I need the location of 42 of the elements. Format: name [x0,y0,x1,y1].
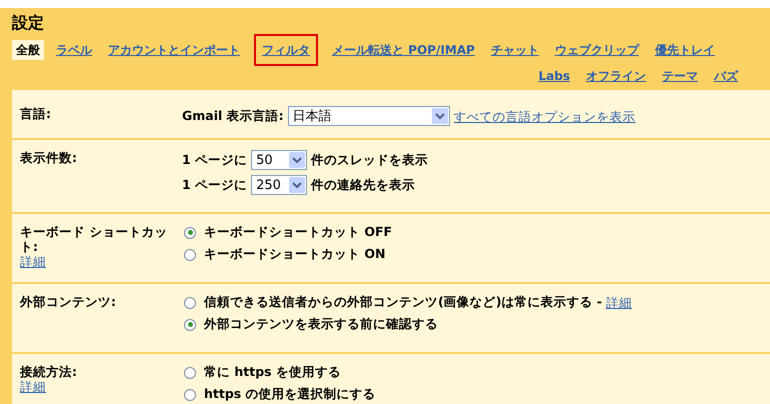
details-link[interactable]: 詳細 [20,254,168,269]
radio-button[interactable] [184,296,196,308]
radio-button[interactable] [184,248,196,260]
count-select[interactable]: 50 [251,150,308,170]
setting-label: 表示件数: [20,150,78,165]
settings-tab[interactable]: テーマ [658,66,702,86]
radio-button[interactable] [184,388,196,400]
language-options-link[interactable]: すべての言語オプションを表示 [454,108,636,124]
radio-button[interactable] [184,226,196,238]
radio-button[interactable] [184,366,196,378]
option-label: キーボードショートカット OFF [204,224,392,241]
option-label: 信頼できる送信者からの外部コンテンツ(画像など)は常に表示する - [204,294,602,311]
option-label: https の使用を選択制にする [204,386,376,403]
settings-tab[interactable]: バズ [710,66,742,86]
count-suffix: 件のスレッドを表示 [311,152,428,168]
settings-tab[interactable]: Labs [534,66,574,86]
settings-tab[interactable]: ウェブクリップ [550,40,643,60]
language-select[interactable]: 日本語 [288,106,450,126]
settings-tab[interactable]: オフライン [582,66,650,86]
settings-tab[interactable]: ラベル [52,40,96,60]
setting-label: 接続方法: [20,364,78,379]
settings-tab[interactable]: アカウントとインポート [104,40,244,60]
settings-tab[interactable]: メール転送と POP/IMAP [328,40,479,60]
settings-tab[interactable]: フィルタ [254,34,318,66]
count-select[interactable]: 250 [251,175,308,195]
radio-button[interactable] [184,318,196,330]
field-label: Gmail 表示言語: [182,108,284,124]
setting-label: キーボード ショートカット: [20,224,168,254]
settings-tab[interactable]: チャット [486,40,543,60]
option-label: キーボードショートカット ON [204,246,386,263]
page-title: 設定 [12,14,45,32]
settings-tab[interactable]: 全般 [12,40,44,60]
settings-tab[interactable]: 優先トレイ [650,40,719,60]
option-label: 外部コンテンツを表示する前に確認する [204,316,438,333]
count-prefix: 1 ページに [182,152,248,168]
count-prefix: 1 ページに [182,176,248,194]
details-link[interactable]: 詳細 [20,379,168,394]
details-link[interactable]: 詳細 [606,295,632,310]
setting-label: 言語: [20,106,52,121]
option-label: 常に https を使用する [204,364,341,381]
setting-label: 外部コンテンツ: [20,294,117,309]
count-suffix: 件の連絡先を表示 [311,176,416,194]
